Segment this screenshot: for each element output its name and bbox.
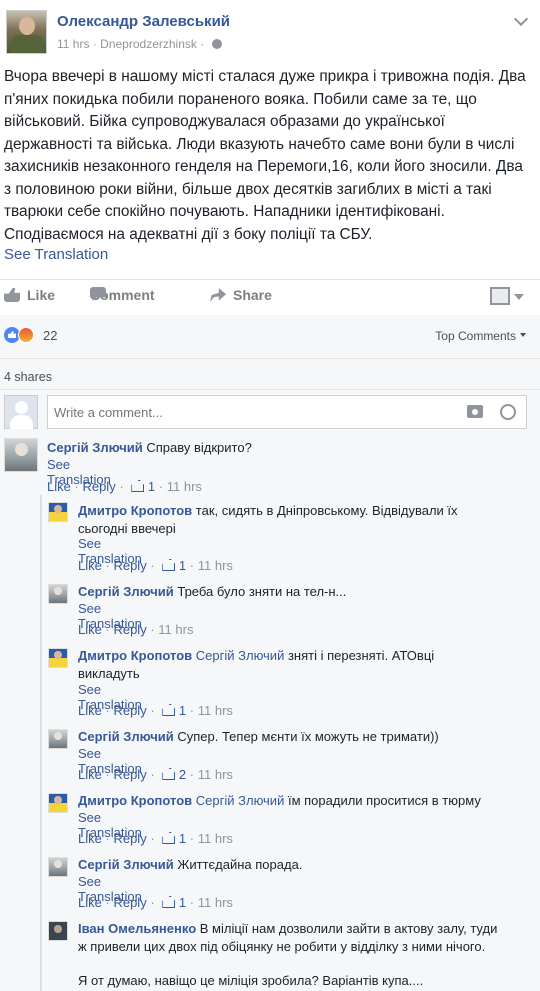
- comment-reply-link[interactable]: Reply: [113, 767, 146, 782]
- post-location[interactable]: Dneprodzerzhinsk: [100, 37, 197, 51]
- commenter-name[interactable]: Сергій Злючий: [47, 440, 143, 455]
- comment-reply-link[interactable]: Reply: [113, 895, 146, 910]
- reply-thread-line: [40, 495, 42, 991]
- commenter-avatar[interactable]: [48, 584, 68, 604]
- commenter-name[interactable]: Дмитро Кропотов: [78, 793, 192, 808]
- thumbs-up-icon: [131, 480, 145, 492]
- shares-count[interactable]: 4 shares: [4, 370, 52, 384]
- comment-like-link[interactable]: Like: [78, 831, 102, 846]
- chevron-down-icon[interactable]: [513, 11, 529, 27]
- comment-like-count[interactable]: 2: [179, 767, 186, 782]
- thumbs-up-icon: [162, 559, 176, 571]
- camera-icon[interactable]: [467, 405, 483, 418]
- comment-like-count[interactable]: 1: [179, 703, 186, 718]
- angry-reaction-icon: [18, 327, 34, 343]
- commenter-avatar[interactable]: [48, 729, 68, 749]
- like-button[interactable]: Like: [4, 287, 55, 303]
- comment-like-link[interactable]: Like: [78, 703, 102, 718]
- comment-input[interactable]: [47, 395, 527, 429]
- comment-text: Супер. Тепер мєнти їх можуть не тримати)…: [177, 729, 439, 744]
- comment-like-link[interactable]: Like: [78, 558, 102, 573]
- comment-like-link[interactable]: Like: [78, 767, 102, 782]
- comment-footer: Like · Reply · 1 · 11 hrs: [78, 831, 233, 846]
- author-name[interactable]: Олександр Залевський: [57, 13, 230, 30]
- commenter-avatar[interactable]: [48, 921, 68, 941]
- comment-time[interactable]: 11 hrs: [198, 558, 233, 573]
- commenter-avatar[interactable]: [48, 793, 68, 813]
- divider: [0, 358, 540, 359]
- viewer-avatar-icon[interactable]: [490, 287, 510, 305]
- comment-footer: Like · Reply · 1 · 11 hrs: [47, 479, 202, 494]
- commenter-name[interactable]: Іван Омельяненко: [78, 921, 196, 936]
- caret-down-icon[interactable]: [514, 294, 524, 300]
- sort-comments-dropdown[interactable]: Top Comments: [435, 329, 526, 343]
- commenter-avatar[interactable]: [48, 648, 68, 668]
- comment-button[interactable]: Comment: [90, 287, 155, 303]
- comment-footer: Like · Reply · 2 · 11 hrs: [78, 767, 233, 782]
- post-meta: 11 hrs · Dneprodzerzhinsk ·: [57, 37, 222, 51]
- reaction-count: 22: [43, 328, 58, 343]
- comment-footer: Like · Reply · 1 · 11 hrs: [78, 895, 233, 910]
- comment-reply-link[interactable]: Reply: [113, 703, 146, 718]
- comment-like-link[interactable]: Like: [78, 622, 102, 637]
- comment-reply-link[interactable]: Reply: [113, 831, 146, 846]
- mention-link[interactable]: Сергій Злючий: [196, 648, 285, 663]
- comment-reply-link[interactable]: Reply: [82, 479, 115, 494]
- commenter-name[interactable]: Сергій Злючий: [78, 584, 174, 599]
- see-translation-link[interactable]: See Translation: [4, 246, 108, 263]
- thumbs-up-icon: [162, 704, 176, 716]
- comment-like-count[interactable]: 1: [179, 895, 186, 910]
- comment-like-count[interactable]: 1: [179, 558, 186, 573]
- comment-footer: Like · Reply · 1 · 11 hrs: [78, 703, 233, 718]
- comment-reply-link[interactable]: Reply: [113, 558, 146, 573]
- post-time[interactable]: 11 hrs: [57, 37, 89, 51]
- thumbs-up-icon: [162, 768, 176, 780]
- commenter-name[interactable]: Сергій Злючий: [78, 857, 174, 872]
- comment-like-count[interactable]: 1: [179, 831, 186, 846]
- share-button[interactable]: Share: [210, 287, 272, 303]
- commenter-name[interactable]: Дмитро Кропотов: [78, 648, 192, 663]
- commenter-avatar[interactable]: [4, 438, 38, 472]
- divider: [0, 389, 540, 390]
- comment-time[interactable]: 11 hrs: [198, 767, 233, 782]
- comment-like-link[interactable]: Like: [47, 479, 71, 494]
- comment-time[interactable]: 11 hrs: [158, 622, 193, 637]
- comment-time[interactable]: 11 hrs: [198, 895, 233, 910]
- emoji-icon[interactable]: [500, 404, 516, 420]
- comment-reply-link[interactable]: Reply: [113, 622, 146, 637]
- commenter-name[interactable]: Сергій Злючий: [78, 729, 174, 744]
- current-user-avatar: [4, 395, 38, 429]
- post-text: Вчора ввечері в нашому місті сталася дуж…: [4, 68, 526, 243]
- divider: [0, 279, 540, 280]
- share-icon: [210, 288, 226, 302]
- commenter-name[interactable]: Дмитро Кропотов: [78, 503, 192, 518]
- post-actions: Like Comment Share: [0, 281, 540, 313]
- comment-time[interactable]: 11 hrs: [198, 703, 233, 718]
- comment-text: Життєдайна порада.: [177, 857, 303, 872]
- thumbs-up-icon: [162, 896, 176, 908]
- comment-time[interactable]: 11 hrs: [198, 831, 233, 846]
- commenter-avatar[interactable]: [48, 502, 68, 522]
- comment-text: їм порадили проситися в тюрму: [287, 793, 481, 808]
- mention-link[interactable]: Сергій Злючий: [196, 793, 285, 808]
- globe-icon: [211, 39, 222, 49]
- comment-time[interactable]: 11 hrs: [167, 479, 202, 494]
- commenter-avatar[interactable]: [48, 857, 68, 877]
- comment-like-count[interactable]: 1: [148, 479, 155, 494]
- like-icon: [4, 288, 20, 302]
- comment-text: Справу відкрито?: [146, 440, 252, 455]
- comment-text: Треба було зняти на тел-н...: [177, 584, 347, 599]
- comment-footer: Like · Reply · 1 · 11 hrs: [78, 558, 233, 573]
- thumbs-up-icon: [162, 832, 176, 844]
- comment-like-link[interactable]: Like: [78, 895, 102, 910]
- author-avatar[interactable]: [6, 10, 47, 54]
- comment-text-continued: Я от думаю, навіщо це міліція зробила? В…: [78, 973, 424, 988]
- post-header: Олександр Залевський 11 hrs · Dneprodzer…: [0, 0, 540, 62]
- comment-footer: Like · Reply · 11 hrs: [78, 622, 194, 637]
